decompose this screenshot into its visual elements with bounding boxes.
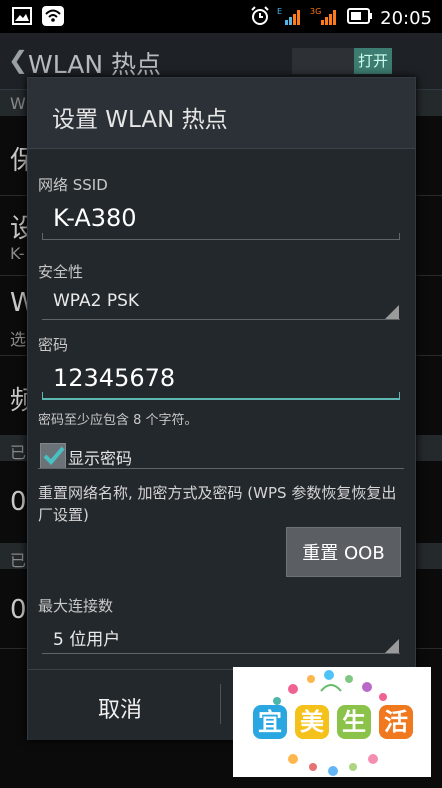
underline-tick (399, 233, 400, 240)
background-letter: 已 (10, 443, 27, 462)
background-letter: K- (10, 244, 25, 263)
dropdown-corner-icon (385, 639, 399, 653)
show-password-checkbox[interactable] (40, 443, 66, 469)
security-value: WPA2 PSK (53, 291, 140, 311)
password-label: 密码 (38, 336, 69, 354)
max-connections-spinner[interactable]: 5 位用户 (28, 617, 415, 657)
reset-description: 重置网络名称, 加密方式及密码 (WPS 参数恢复恢复出厂设置) (38, 484, 397, 524)
footer-divider (220, 684, 221, 724)
back-icon[interactable]: ❮ (8, 46, 28, 74)
svg-text:E: E (277, 7, 282, 16)
alarm-icon (250, 6, 270, 30)
watermark-char: 生 (337, 705, 371, 739)
hotspot-toggle[interactable]: 打开 (292, 48, 392, 74)
show-password-label[interactable]: 显示密码 (68, 445, 132, 469)
watermark-char: 美 (295, 705, 329, 739)
gallery-icon (12, 6, 32, 30)
password-input[interactable]: 12345678 (28, 356, 415, 402)
security-spinner[interactable]: WPA2 PSK (28, 283, 415, 323)
watermark-logo: 宜 美 生 活 (233, 667, 431, 777)
watermark-char: 活 (379, 705, 413, 739)
ssid-underline (42, 239, 400, 240)
max-connections-label: 最大连接数 (38, 597, 114, 615)
svg-text:3G: 3G (310, 7, 321, 16)
clock: 20:05 (380, 7, 432, 29)
background-letter: 0 (10, 487, 27, 517)
signal-3g-icon: 3G (310, 6, 340, 30)
ssid-value: K-A380 (53, 204, 137, 232)
security-underline (42, 319, 400, 320)
password-underline (42, 398, 400, 400)
wifi-hotspot-icon (42, 6, 64, 30)
cancel-button[interactable]: 取消 (98, 692, 142, 724)
toggle-on-label: 打开 (354, 48, 392, 74)
dropdown-corner-icon (385, 305, 399, 319)
background-letter: 选 (10, 330, 27, 349)
watermark-char: 宜 (253, 705, 287, 739)
password-hint: 密码至少应包含 8 个字符。 (38, 413, 198, 428)
background-letter: 0 (10, 595, 27, 625)
dialog-header: 设置 WLAN 热点 (28, 78, 415, 149)
max-connections-value: 5 位用户 (53, 630, 121, 650)
signal-e-icon: E (277, 6, 303, 30)
background-title: WLAN 热点 (28, 50, 161, 79)
divider (38, 468, 404, 469)
checkmark-icon (43, 446, 65, 465)
ssid-label: 网络 SSID (38, 176, 108, 194)
background-letter: W (10, 94, 26, 113)
dialog-title: 设置 WLAN 热点 (52, 107, 228, 133)
reset-oob-button[interactable]: 重置 OOB (286, 527, 401, 577)
ssid-input[interactable]: K-A380 (28, 196, 415, 242)
password-value: 12345678 (53, 364, 176, 392)
underline-tick (399, 392, 400, 399)
max-connections-underline (42, 653, 400, 654)
hotspot-settings-dialog: 设置 WLAN 热点 网络 SSID K-A380 安全性 WPA2 PSK 密… (27, 77, 416, 740)
battery-icon (347, 7, 373, 29)
underline-tick (42, 233, 43, 240)
status-bar: E 3G 20:05 (0, 0, 442, 33)
security-label: 安全性 (38, 263, 84, 281)
underline-tick (42, 392, 43, 399)
background-letter: 已 (10, 551, 27, 570)
